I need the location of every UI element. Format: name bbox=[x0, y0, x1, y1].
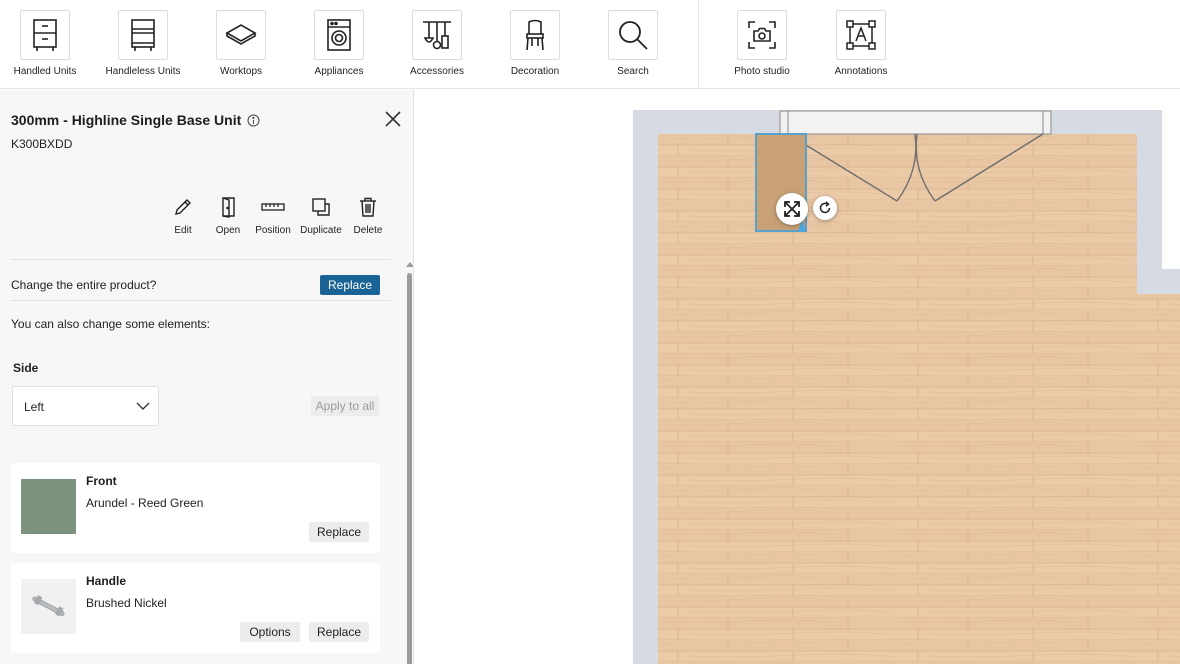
toolbar-label: Decoration bbox=[510, 66, 560, 77]
toolbar-label: Appliances bbox=[314, 66, 364, 77]
handle-value: Brushed Nickel bbox=[86, 596, 167, 610]
toolbar-handleless-units[interactable]: Handleless Units bbox=[98, 10, 188, 77]
handle-replace-button[interactable]: Replace bbox=[309, 622, 369, 642]
toolbar-label: Accessories bbox=[410, 66, 464, 77]
door-frame bbox=[779, 110, 1052, 135]
chevron-down-icon bbox=[136, 402, 150, 410]
rotate-icon bbox=[819, 201, 831, 214]
floor-plan bbox=[633, 110, 1180, 664]
toolbar-label: Search bbox=[617, 66, 649, 77]
floor-plan-canvas[interactable] bbox=[415, 90, 1180, 664]
handleless-units-icon bbox=[131, 19, 155, 51]
open-button[interactable]: Open bbox=[203, 195, 253, 236]
change-product-question: Change the entire product? bbox=[11, 278, 157, 292]
rotate-handle[interactable] bbox=[813, 196, 837, 220]
trash-icon bbox=[360, 197, 376, 217]
door-open-icon bbox=[222, 197, 235, 218]
product-panel: 300mm - Highline Single Base Unit K300BX… bbox=[0, 90, 414, 664]
toolbar-appliances[interactable]: Appliances bbox=[294, 10, 384, 77]
info-icon[interactable] bbox=[247, 114, 260, 127]
handle-options-button[interactable]: Options bbox=[240, 622, 300, 642]
scroll-up-arrow[interactable] bbox=[406, 261, 414, 267]
toolbar-search[interactable]: Search bbox=[588, 10, 678, 77]
annotations-icon bbox=[846, 20, 876, 50]
toolbar-accessories[interactable]: Accessories bbox=[392, 10, 482, 77]
replace-product-button[interactable]: Replace bbox=[320, 275, 380, 295]
toolbar-label: Handleless Units bbox=[105, 66, 181, 77]
position-button[interactable]: Position bbox=[248, 195, 298, 236]
handle-thumbnail bbox=[21, 579, 76, 634]
product-title: 300mm - Highline Single Base Unit bbox=[11, 112, 242, 128]
expand-icon bbox=[784, 201, 800, 217]
toolbar-handled-units[interactable]: Handled Units bbox=[0, 10, 90, 77]
change-elements-text: You can also change some elements: bbox=[11, 317, 211, 331]
scrollbar-thumb[interactable] bbox=[407, 273, 412, 664]
decoration-icon bbox=[526, 19, 544, 51]
resize-handle[interactable] bbox=[776, 193, 808, 225]
apply-to-all-button[interactable]: Apply to all bbox=[311, 396, 379, 416]
handle-title: Handle bbox=[86, 574, 127, 588]
toolbar-label: Worktops bbox=[219, 66, 263, 77]
room-floor bbox=[658, 134, 1180, 664]
toolbar-worktops[interactable]: Worktops bbox=[196, 10, 286, 77]
front-title: Front bbox=[86, 474, 117, 488]
action-label: Edit bbox=[174, 225, 192, 236]
duplicate-icon bbox=[312, 198, 330, 216]
appliances-icon bbox=[327, 19, 351, 51]
divider bbox=[11, 259, 391, 260]
ruler-icon bbox=[261, 203, 285, 211]
action-label: Open bbox=[215, 225, 241, 236]
side-select-value: Left bbox=[24, 400, 45, 414]
handle-card: Handle Brushed Nickel Options Replace bbox=[11, 563, 380, 653]
accessories-icon bbox=[423, 21, 451, 50]
handled-units-icon bbox=[33, 19, 57, 51]
side-select[interactable]: Left bbox=[12, 386, 159, 426]
duplicate-button[interactable]: Duplicate bbox=[296, 195, 346, 236]
top-toolbar: Handled Units Handleless Units Worktops bbox=[0, 0, 1180, 89]
action-label: Duplicate bbox=[300, 225, 342, 236]
toolbar-annotations[interactable]: Annotations bbox=[816, 10, 906, 77]
worktops-icon bbox=[225, 24, 257, 45]
action-label: Delete bbox=[353, 225, 383, 236]
delete-button[interactable]: Delete bbox=[343, 195, 393, 236]
front-swatch bbox=[21, 479, 76, 534]
toolbar-label: Handled Units bbox=[13, 66, 77, 77]
close-icon[interactable] bbox=[384, 110, 402, 128]
search-icon bbox=[619, 21, 648, 50]
toolbar-label: Photo studio bbox=[734, 66, 790, 77]
handle-image bbox=[32, 595, 65, 617]
front-value: Arundel - Reed Green bbox=[86, 496, 204, 510]
camera-icon bbox=[748, 21, 776, 49]
front-replace-button[interactable]: Replace bbox=[309, 522, 369, 542]
edit-button[interactable]: Edit bbox=[158, 195, 208, 236]
toolbar-decoration[interactable]: Decoration bbox=[490, 10, 580, 77]
divider bbox=[11, 300, 391, 301]
action-label: Position bbox=[255, 225, 291, 236]
product-code: K300BXDD bbox=[11, 137, 73, 151]
toolbar-label: Annotations bbox=[834, 66, 888, 77]
side-label: Side bbox=[13, 361, 39, 375]
pencil-icon bbox=[175, 199, 191, 215]
toolbar-divider bbox=[698, 0, 699, 88]
front-card: Front Arundel - Reed Green Replace bbox=[11, 463, 380, 553]
toolbar-photo-studio[interactable]: Photo studio bbox=[717, 10, 807, 77]
